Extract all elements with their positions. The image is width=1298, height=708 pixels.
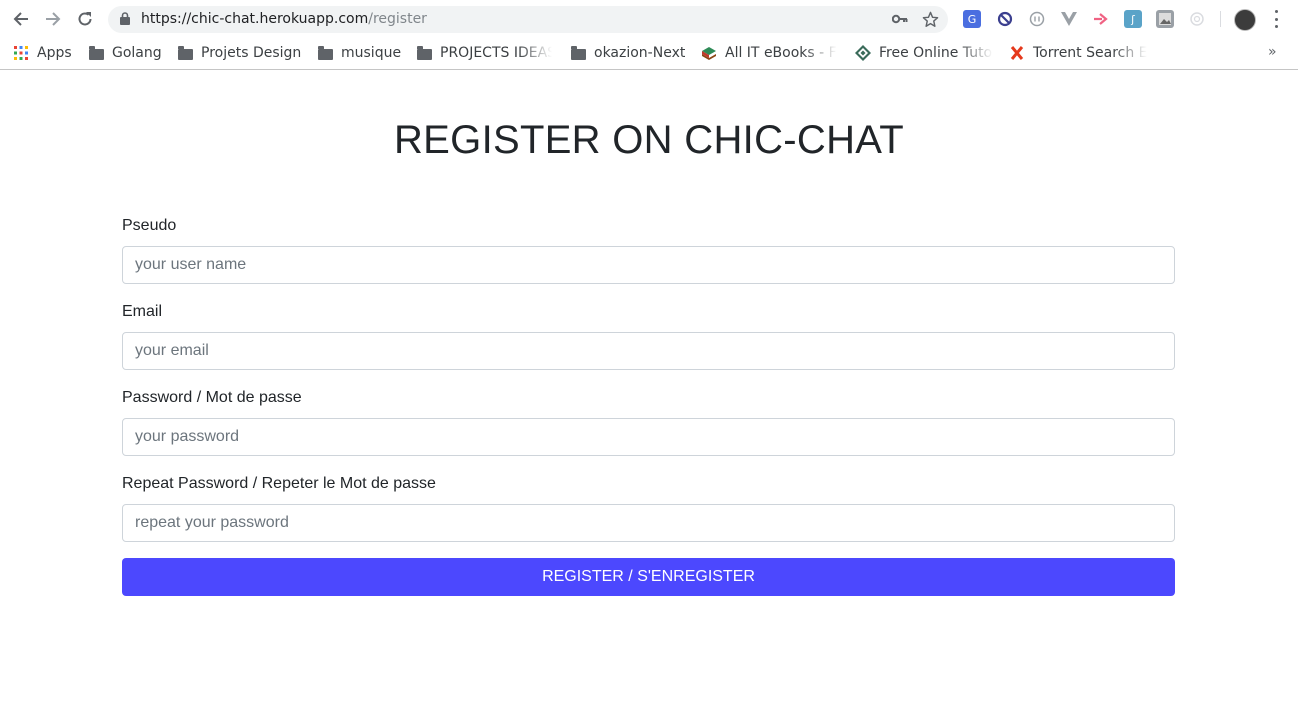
bookmark-torrent-search[interactable]: Torrent Search Engine — [1009, 44, 1147, 62]
page-title: REGISTER ON CHIC-CHAT — [393, 118, 904, 162]
bookmark-free-online-tutorials[interactable]: Free Online Tutorials — [855, 44, 993, 62]
bookmark-label: Torrent Search Engine — [1033, 45, 1147, 61]
bookmark-star-icon[interactable] — [922, 11, 939, 28]
bookmark-label: musique — [341, 45, 402, 61]
vue-devtools-icon[interactable] — [1060, 10, 1078, 28]
password-input[interactable] — [122, 418, 1175, 456]
code-extension-icon[interactable]: ʃ — [1124, 10, 1142, 28]
folder-icon — [416, 45, 432, 61]
circle-extension-icon[interactable] — [1028, 10, 1046, 28]
bookmark-projects-ideas[interactable]: PROJECTS IDEAS — [416, 44, 552, 62]
arrow-right-icon — [46, 12, 61, 26]
url-text: https://chic-chat.herokuapp.com/register — [141, 11, 427, 27]
email-label: Email — [122, 303, 163, 320]
apps-grid-icon — [13, 45, 29, 61]
address-bar[interactable]: https://chic-chat.herokuapp.com/register — [108, 6, 948, 33]
bookmark-label: PROJECTS IDEAS — [440, 45, 552, 61]
reload-button[interactable] — [73, 8, 97, 30]
folder-icon — [177, 45, 193, 61]
bookmark-projets-design[interactable]: Projets Design — [177, 44, 301, 62]
folder-icon — [88, 45, 104, 61]
bookmarks-bar: Apps Golang Projets Design musique PROJE… — [0, 38, 1298, 70]
lock-icon — [120, 12, 130, 25]
block-extension-icon[interactable] — [996, 10, 1014, 28]
folder-icon — [317, 45, 333, 61]
password-label: Password / Mot de passe — [122, 389, 302, 406]
email-input[interactable] — [122, 332, 1175, 370]
folder-icon — [570, 45, 586, 61]
arrow-left-icon — [13, 12, 28, 26]
toolbar-separator — [1220, 11, 1221, 27]
back-button[interactable] — [9, 8, 33, 30]
pseudo-label: Pseudo — [122, 217, 177, 234]
bookmark-all-it-ebooks[interactable]: All IT eBooks - Free — [701, 44, 837, 62]
bookmark-label: Golang — [112, 45, 162, 61]
x-logo-icon — [1009, 45, 1025, 61]
bookmark-musique[interactable]: musique — [317, 44, 401, 62]
reload-icon — [78, 12, 92, 26]
pseudo-input[interactable] — [122, 246, 1175, 284]
browser-toolbar: https://chic-chat.herokuapp.com/register… — [0, 0, 1298, 38]
book-icon — [701, 45, 717, 61]
repeat-password-label: Repeat Password / Repeter le Mot de pass… — [122, 475, 436, 492]
bookmark-golang[interactable]: Golang — [88, 44, 162, 62]
repeat-password-input[interactable] — [122, 504, 1175, 542]
image-extension-icon[interactable] — [1156, 10, 1174, 28]
bookmark-label: All IT eBooks - Free — [725, 45, 837, 61]
register-button[interactable]: REGISTER / S'ENREGISTER — [122, 558, 1175, 596]
forward-button[interactable] — [41, 8, 65, 30]
bookmark-apps[interactable]: Apps — [13, 44, 72, 62]
key-icon[interactable] — [892, 13, 908, 25]
more-bookmarks-icon[interactable]: » — [1268, 44, 1277, 60]
bookmark-label: Apps — [37, 45, 72, 61]
bookmark-label: okazion-Next — [594, 45, 686, 61]
profile-avatar[interactable] — [1234, 9, 1256, 31]
bookmark-label: Projets Design — [201, 45, 302, 61]
bookmark-okazion-next[interactable]: okazion-Next — [570, 44, 685, 62]
bookmark-label: Free Online Tutorials — [879, 45, 993, 61]
translate-extension-icon[interactable]: G — [963, 10, 981, 28]
flower-extension-icon[interactable] — [1188, 10, 1206, 28]
arrow-extension-icon[interactable] — [1092, 10, 1110, 28]
diamond-icon — [855, 45, 871, 61]
browser-menu-icon[interactable] — [1270, 10, 1282, 28]
